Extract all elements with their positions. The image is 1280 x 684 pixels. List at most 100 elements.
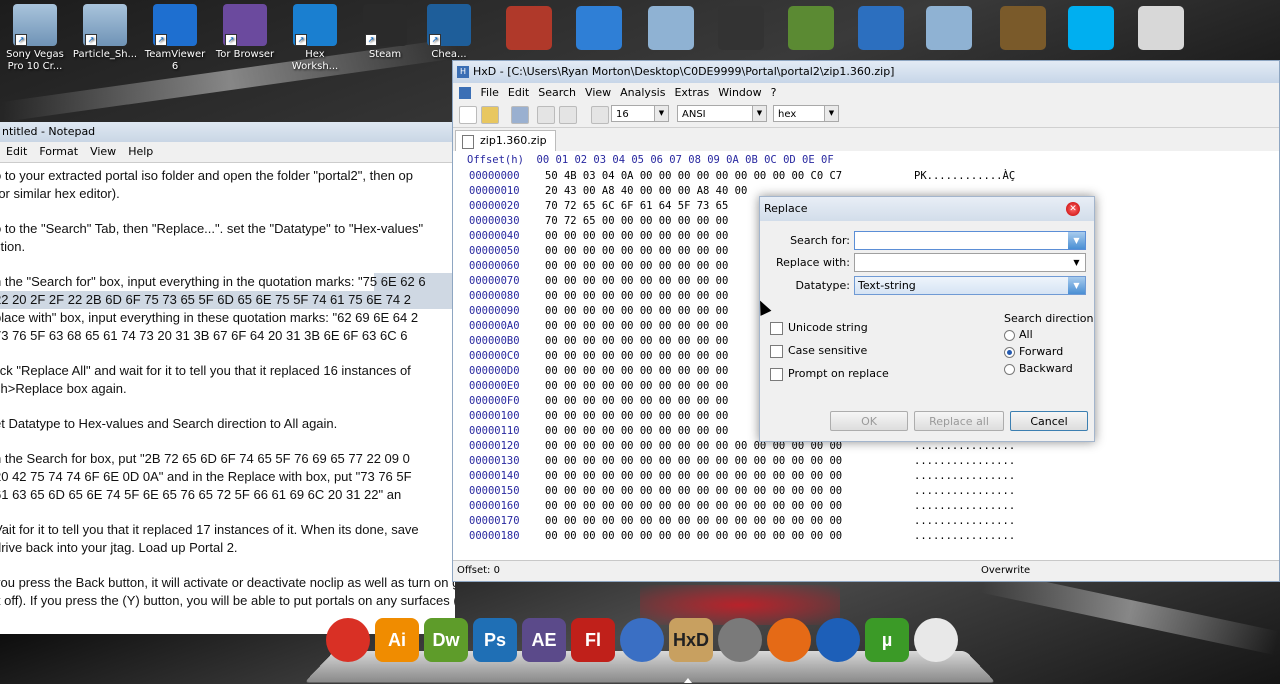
charset-select[interactable]: ANSI ▼ [677,105,767,122]
hex-row-bytes[interactable]: 00 00 00 00 00 00 00 00 00 00 [545,364,728,379]
bytes-per-row-select[interactable]: 16 ▼ [611,105,669,122]
chrome-icon[interactable] [326,618,370,662]
hex-row[interactable]: 00000150 00 00 00 00 00 00 00 00 00 00 00… [453,484,1279,499]
hex-row-ascii[interactable]: ................ [914,499,1015,514]
open-folder-icon[interactable] [481,106,499,124]
help-icon[interactable] [620,618,664,662]
notepad-window[interactable]: ntitled - Notepad Edit Format View Help o t… [0,122,455,634]
desktop-shortcut[interactable]: ↗ Sony Vegas Pro 10 Cr... [2,4,68,73]
hxd-menu-item[interactable]: View [585,86,611,99]
print-icon[interactable] [537,106,555,124]
folder-icon[interactable] [926,6,972,50]
hex-row-bytes[interactable]: 00 00 00 00 00 00 00 00 00 00 [545,334,728,349]
hex-row-bytes[interactable]: 00 00 00 00 00 00 00 00 00 00 [545,304,728,319]
hex-row-bytes[interactable]: 00 00 00 00 00 00 00 00 00 00 [545,229,728,244]
hex-row-bytes[interactable]: 00 00 00 00 00 00 00 00 00 00 00 00 00 0… [545,454,842,469]
radio-button[interactable] [1004,346,1015,358]
save-icon[interactable] [511,106,529,124]
hex-row-bytes[interactable]: 00 00 00 00 00 00 00 00 00 00 [545,349,728,364]
direction-radio-all[interactable]: All [1004,328,1033,341]
notepad-text-area[interactable]: o to your extracted portal iso folder an… [0,163,455,610]
desktop-shortcut[interactable]: ↗ Steam [352,4,418,61]
chevron-down-icon[interactable]: ▼ [1068,277,1085,294]
hex-row-bytes[interactable]: 50 4B 03 04 0A 00 00 00 00 00 00 00 00 0… [545,169,842,184]
desktop-shortcut[interactable]: ↗ Chea... [416,4,482,61]
hex-row-bytes[interactable]: 70 72 65 6C 6F 61 64 5F 73 65 [545,199,728,214]
after-effects-icon[interactable]: AE [522,618,566,662]
hxd-menu-item[interactable]: Search [538,86,576,99]
hex-row-bytes[interactable]: 20 43 00 A8 40 00 00 00 A8 40 00 [545,184,747,199]
replace-dialog[interactable]: Replace ✕ Search for: ▼ Replace with: ▼ … [759,196,1095,442]
desktop-shortcut[interactable]: ↗ Hex Worksh... [282,4,348,73]
hex-row-bytes[interactable]: 00 00 00 00 00 00 00 00 00 00 00 00 00 0… [545,529,842,544]
hex-row-bytes[interactable]: 00 00 00 00 00 00 00 00 00 00 00 00 00 0… [545,499,842,514]
globe-icon[interactable] [816,618,860,662]
checkbox-box[interactable] [770,321,783,335]
new-file-icon[interactable] [459,106,477,124]
notepad-menu-item[interactable]: Edit [6,145,27,158]
unicode-string-checkbox[interactable]: Unicode string [770,321,868,335]
chip-icon[interactable] [718,6,764,50]
hex-row-bytes[interactable]: 00 00 00 00 00 00 00 00 00 00 [545,394,728,409]
hex-row[interactable]: 00000140 00 00 00 00 00 00 00 00 00 00 00… [453,469,1279,484]
radio-button[interactable] [1004,329,1015,341]
hex-row-ascii[interactable]: PK............ÀÇ [914,169,1015,184]
chevron-down-icon[interactable]: ▼ [1068,232,1085,249]
replace-all-button[interactable]: Replace all [914,411,1004,431]
hex-row[interactable]: 00000160 00 00 00 00 00 00 00 00 00 00 00… [453,499,1279,514]
arrows-icon[interactable] [591,106,609,124]
clock-icon[interactable] [914,618,958,662]
hex-row-ascii[interactable]: ................ [914,469,1015,484]
utorrent-icon[interactable]: µ [865,618,909,662]
game-character-icon[interactable] [1000,6,1046,50]
hxd-menu-item[interactable]: Edit [508,86,529,99]
tv-icon[interactable] [506,6,552,50]
folder-icon[interactable] [648,6,694,50]
hex-row-bytes[interactable]: 00 00 00 00 00 00 00 00 00 00 [545,259,728,274]
hex-row-bytes[interactable]: 00 00 00 00 00 00 00 00 00 00 00 00 00 0… [545,484,842,499]
hex-row[interactable]: 00000130 00 00 00 00 00 00 00 00 00 00 00… [453,454,1279,469]
datatype-select[interactable]: Text-string ▼ [854,276,1086,295]
hex-row-ascii[interactable]: ................ [914,454,1015,469]
hxd-menu-item[interactable]: Analysis [620,86,665,99]
hex-row-bytes[interactable]: 00 00 00 00 00 00 00 00 00 00 [545,424,728,439]
hxd-icon[interactable]: HxD [669,618,713,662]
prompt-on-replace-checkbox[interactable]: Prompt on replace [770,367,889,381]
case-sensitive-checkbox[interactable]: Case sensitive [770,344,867,358]
ram-icon[interactable] [559,106,577,124]
cancel-button[interactable]: Cancel [1010,411,1088,431]
dreamweaver-icon[interactable]: Dw [424,618,468,662]
browser-globe-icon[interactable] [576,6,622,50]
hex-row[interactable]: 00000000 50 4B 03 04 0A 00 00 00 00 00 00… [453,169,1279,184]
tab-zip-file[interactable]: zip1.360.zip [455,130,556,151]
replace-with-input[interactable]: ▼ [854,253,1086,272]
minecraft-icon[interactable] [788,6,834,50]
desktop-shortcut[interactable]: ↗ Tor Browser [212,4,278,61]
skype-icon[interactable] [1068,6,1114,50]
hex-row[interactable]: 00000170 00 00 00 00 00 00 00 00 00 00 00… [453,514,1279,529]
hex-row-bytes[interactable]: 00 00 00 00 00 00 00 00 00 00 [545,274,728,289]
direction-radio-forward[interactable]: Forward [1004,345,1063,358]
illustrator-icon[interactable]: Ai [375,618,419,662]
flash-icon[interactable]: Fl [571,618,615,662]
hxd-menu-icon[interactable] [459,87,471,99]
desktop-shortcut[interactable]: ↗ Particle_Sh... [72,4,138,61]
checkbox-box[interactable] [770,344,783,358]
hxd-menu-item[interactable]: Extras [674,86,709,99]
hex-row-bytes[interactable]: 00 00 00 00 00 00 00 00 00 00 [545,319,728,334]
notepad-menu-item[interactable]: Help [128,145,153,158]
hex-row-bytes[interactable]: 70 72 65 00 00 00 00 00 00 00 [545,214,728,229]
search-for-input[interactable]: ▼ [854,231,1086,250]
offset-base-select[interactable]: hex ▼ [773,105,839,122]
direction-radio-backward[interactable]: Backward [1004,362,1073,375]
hex-row-ascii[interactable]: ................ [914,514,1015,529]
pen-icon[interactable] [858,6,904,50]
close-icon[interactable]: ✕ [1066,202,1080,216]
hex-row[interactable]: 00000180 00 00 00 00 00 00 00 00 00 00 00… [453,529,1279,544]
hxd-menu-item[interactable]: File [481,86,499,99]
printer-icon[interactable] [1138,6,1184,50]
hxd-menu-item[interactable]: ? [771,86,777,99]
notepad-menu-item[interactable]: View [90,145,116,158]
checkbox-box[interactable] [770,367,783,381]
desktop-shortcut[interactable]: ↗ TeamViewer 6 [142,4,208,73]
